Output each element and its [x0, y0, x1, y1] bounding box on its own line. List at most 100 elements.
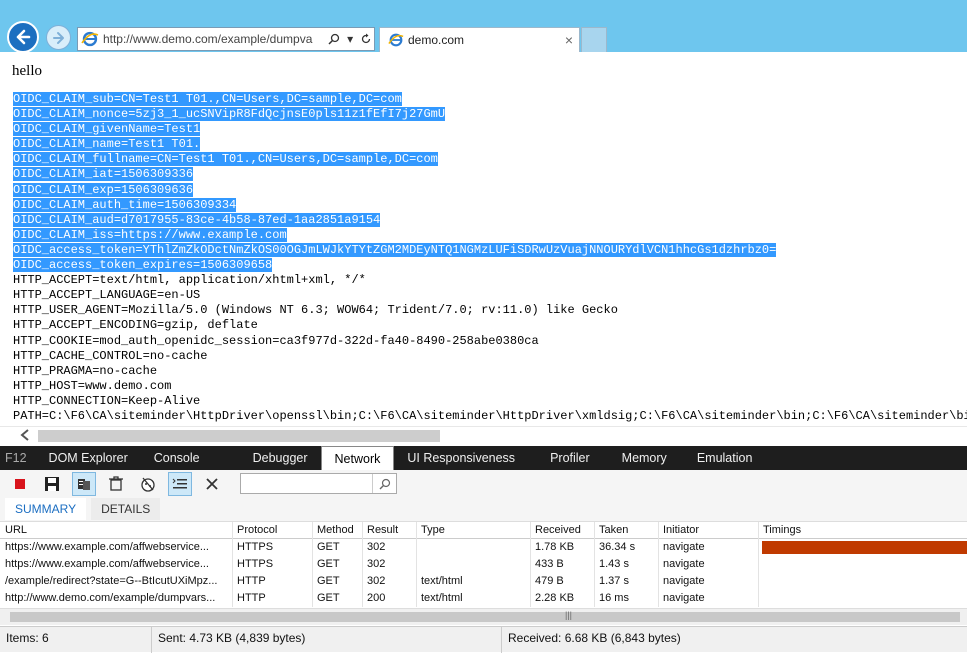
close-tab-icon[interactable]: × — [565, 32, 573, 48]
scroll-left-icon[interactable] — [20, 429, 30, 444]
env-line: HTTP_USER_AGENT=Mozilla/5.0 (Windows NT … — [13, 303, 618, 318]
dropdown-arrow-icon[interactable]: ▾ — [342, 31, 358, 47]
cell-url: http://www.demo.com/example/dumpvars... — [5, 590, 233, 607]
always-refresh-button[interactable] — [72, 471, 96, 496]
network-subtabs: SUMMARY DETAILS — [0, 497, 967, 522]
cell-timing — [759, 590, 967, 607]
column-header-protocol[interactable]: Protocol — [233, 522, 313, 539]
column-header-method[interactable]: Method — [313, 522, 363, 539]
table-horizontal-scrollbar[interactable]: ||| — [0, 608, 967, 625]
clear-cache-button[interactable] — [104, 472, 128, 496]
forward-button[interactable] — [46, 25, 71, 50]
cell-taken: 36.34 s — [595, 539, 659, 556]
status-items: Items: 6 — [0, 627, 152, 653]
tab-network[interactable]: Network — [320, 446, 395, 470]
export-har-button[interactable] — [40, 472, 64, 496]
content-type-filter-button[interactable] — [168, 471, 192, 496]
tab-dom-explorer[interactable]: DOM Explorer — [36, 446, 141, 470]
network-toolbar — [0, 470, 967, 497]
page-content: hello OIDC_CLAIM_sub=CN=Test1 T01.,CN=Us… — [0, 52, 967, 426]
column-header-initiator[interactable]: Initiator — [659, 522, 759, 539]
tab-debugger[interactable]: Debugger — [240, 446, 321, 470]
status-sent: Sent: 4.73 KB (4,839 bytes) — [152, 627, 502, 653]
selected-env-line: OIDC_CLAIM_givenName=Test1 — [13, 122, 201, 137]
cell-method: GET — [313, 556, 363, 573]
cell-type — [417, 556, 531, 573]
address-text[interactable]: http://www.demo.com/example/dumpva — [103, 32, 326, 46]
cell-protocol: HTTP — [233, 590, 313, 607]
refresh-icon[interactable] — [358, 31, 374, 47]
selected-env-line: OIDC_CLAIM_iat=1506309336 — [13, 167, 194, 182]
cell-timing — [759, 556, 967, 573]
cell-initiator: navigate — [659, 556, 759, 573]
cell-taken: 1.43 s — [595, 556, 659, 573]
stop-icon — [15, 478, 25, 489]
column-header-taken[interactable]: Taken — [595, 522, 659, 539]
table-row[interactable]: /example/redirect?state=G--BtIcutUXiMpz.… — [0, 573, 967, 590]
column-header-type[interactable]: Type — [417, 522, 531, 539]
search-icon[interactable] — [326, 31, 342, 47]
scrollbar-grip-icon: ||| — [565, 610, 573, 620]
selected-env-line: OIDC_CLAIM_aud=d7017955-83ce-4b58-87ed-1… — [13, 212, 381, 227]
env-line: HTTP_HOST=www.demo.com — [13, 378, 172, 393]
table-row[interactable]: https://www.example.com/affwebservice...… — [0, 556, 967, 573]
column-header-received[interactable]: Received — [531, 522, 595, 539]
back-button[interactable] — [7, 21, 39, 53]
tab-profiler[interactable]: Profiler — [537, 446, 609, 470]
cell-url: https://www.example.com/affwebservice... — [5, 556, 233, 573]
tab-memory[interactable]: Memory — [609, 446, 684, 470]
timing-bar — [762, 541, 967, 554]
status-bar: Items: 6 Sent: 4.73 KB (4,839 bytes) Rec… — [0, 626, 967, 653]
filter-input[interactable] — [240, 473, 397, 494]
cell-type — [417, 539, 531, 556]
cell-initiator: navigate — [659, 573, 759, 590]
column-header-url[interactable]: URL — [5, 522, 233, 539]
cell-received: 1.78 KB — [531, 539, 595, 556]
selected-env-line: OIDC_CLAIM_sub=CN=Test1 T01.,CN=Users,DC… — [13, 92, 402, 106]
table-row[interactable]: http://www.demo.com/example/dumpvars... H… — [0, 590, 967, 607]
page-horizontal-scrollbar[interactable] — [0, 426, 967, 445]
clear-session-icon — [109, 475, 123, 491]
cell-result: 302 — [363, 556, 417, 573]
env-line: HTTP_CACHE_CONTROL=no-cache — [13, 348, 208, 363]
selected-env-line: OIDC_CLAIM_exp=1506309636 — [13, 182, 194, 197]
cell-method: GET — [313, 590, 363, 607]
search-icon[interactable] — [372, 474, 396, 493]
new-tab-button[interactable] — [581, 27, 607, 52]
cell-type: text/html — [417, 590, 531, 607]
stop-recording-button[interactable] — [8, 472, 32, 496]
ie-logo-icon — [388, 33, 404, 47]
clear-cookies-button[interactable] — [136, 472, 160, 496]
column-header-result[interactable]: Result — [363, 522, 417, 539]
scrollbar-thumb[interactable] — [10, 612, 960, 622]
cell-timing — [759, 539, 967, 556]
selected-env-line: OIDC_CLAIM_auth_time=1506309334 — [13, 197, 237, 212]
cell-url: /example/redirect?state=G--BtIcutUXiMpz.… — [5, 573, 233, 590]
cell-url: https://www.example.com/affwebservice... — [5, 539, 233, 556]
cell-method: GET — [313, 539, 363, 556]
save-icon — [45, 476, 59, 491]
selected-env-line: OIDC_access_token=YThlZmZkODctNmZkOS00OG… — [13, 242, 777, 257]
tab-console[interactable]: Console — [141, 446, 240, 470]
scrollbar-thumb[interactable] — [38, 430, 440, 442]
cookie-icon — [141, 477, 155, 492]
cell-result: 302 — [363, 539, 417, 556]
network-table: URL Protocol Method Result Type Received… — [0, 522, 967, 608]
selected-env-line: OIDC_CLAIM_fullname=CN=Test1 T01.,CN=Use… — [13, 152, 438, 167]
clear-button[interactable] — [200, 472, 224, 496]
env-line: HTTP_ACCEPT_LANGUAGE=en-US — [13, 288, 201, 303]
table-header: URL Protocol Method Result Type Received… — [0, 522, 967, 539]
close-icon — [206, 477, 218, 490]
cell-received: 433 B — [531, 556, 595, 573]
tab-ui-responsiveness[interactable]: UI Responsiveness — [394, 446, 537, 470]
cell-result: 200 — [363, 590, 417, 607]
tab-details[interactable]: DETAILS — [91, 498, 161, 520]
column-header-timings[interactable]: Timings — [759, 522, 967, 539]
tab-summary[interactable]: SUMMARY — [5, 498, 87, 520]
address-bar[interactable]: http://www.demo.com/example/dumpva ▾ — [77, 27, 375, 51]
browser-tab[interactable]: demo.com × — [379, 27, 580, 52]
cell-initiator: navigate — [659, 590, 759, 607]
browser-chrome: http://www.demo.com/example/dumpva ▾ dem… — [0, 0, 967, 53]
tab-emulation[interactable]: Emulation — [684, 446, 766, 470]
table-row[interactable]: https://www.example.com/affwebservice...… — [0, 539, 967, 556]
